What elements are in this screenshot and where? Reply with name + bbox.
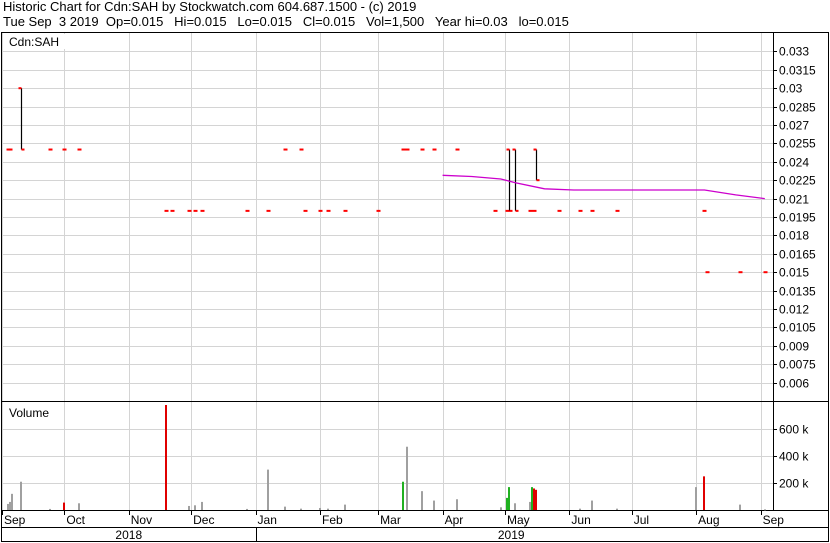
- price-tick-label: 0.0255: [779, 137, 816, 151]
- volume-bar: [500, 507, 502, 510]
- price-tick-label: 0.012: [779, 303, 809, 317]
- x-month-label: Jun: [571, 513, 590, 527]
- volume-bar: [78, 503, 80, 510]
- x-month-label: Nov: [131, 513, 152, 527]
- x-axis-labels: Sep Oct Nov Dec Jan Feb Mar Apr May Jun Jul Aug Sep 2…: [2, 510, 785, 542]
- price-tick-label: 0.0315: [779, 64, 816, 78]
- volume-bar: [319, 507, 321, 510]
- x-month-label: Jul: [634, 513, 649, 527]
- chart-canvas: 0.033 0.0315 0.03 0.0285 0.027 0.0255 0.024 0.0…: [1, 32, 829, 542]
- x-month-label: Jan: [258, 513, 277, 527]
- price-tick-label: 0.006: [779, 377, 809, 391]
- x-month-label: Feb: [322, 513, 343, 527]
- moving-average-layer: [442, 174, 765, 200]
- volume-bar: [508, 487, 510, 510]
- volume-bar: [531, 487, 533, 510]
- x-month-label: Sep: [4, 513, 26, 527]
- volume-bar: [49, 508, 51, 510]
- price-tick-label: 0.009: [779, 340, 809, 354]
- volume-bar: [406, 446, 408, 510]
- volume-panel-title: Volume: [9, 406, 49, 420]
- price-tick-label: 0.0195: [779, 211, 816, 225]
- volume-bar: [194, 505, 196, 510]
- x-year-label: 2019: [498, 528, 525, 542]
- volume-bar: [284, 506, 286, 510]
- volume-bar: [246, 508, 248, 510]
- price-tick-label: 0.033: [779, 45, 809, 59]
- volume-bar: [535, 489, 537, 510]
- volume-bar: [739, 504, 741, 510]
- volume-tick-labels: 600 k 400 k 200 k: [773, 423, 809, 491]
- volume-bar: [529, 501, 531, 510]
- price-tick-label: 0.024: [779, 156, 809, 170]
- moving-average-line: [442, 174, 765, 200]
- volume-grid: [2, 402, 773, 510]
- volume-bar: [764, 509, 766, 511]
- volume-bar: [514, 503, 516, 510]
- volume-bar: [421, 491, 423, 510]
- volume-bar: [579, 508, 581, 510]
- volume-bar: [20, 481, 22, 510]
- x-month-label: Apr: [445, 513, 464, 527]
- volume-bar: [11, 493, 13, 510]
- volume-bar: [533, 488, 535, 510]
- x-month-label: May: [507, 513, 530, 527]
- volume-bar: [165, 405, 167, 510]
- volume-tick-label: 400 k: [779, 450, 809, 464]
- price-tick-label: 0.0165: [779, 248, 816, 262]
- price-tick-label: 0.018: [779, 229, 809, 243]
- x-month-label: Oct: [66, 513, 85, 527]
- price-tick-label: 0.0285: [779, 101, 816, 115]
- volume-bar: [506, 497, 508, 510]
- volume-bar: [188, 505, 190, 510]
- x-month-label: Aug: [698, 513, 719, 527]
- volume-bar: [63, 502, 65, 510]
- volume-bar: [327, 508, 329, 510]
- x-year-label: 2018: [115, 528, 142, 542]
- price-grid: [2, 33, 773, 401]
- price-panel-title: Cdn:SAH: [9, 35, 59, 49]
- volume-marks: [7, 405, 766, 511]
- price-tick-label: 0.03: [779, 82, 803, 96]
- stock-chart-page: Historic Chart for Cdn:SAH by Stockwatch…: [0, 0, 830, 543]
- price-tick-labels: 0.033 0.0315 0.03 0.0285 0.027 0.0255 0.024 0.0…: [773, 45, 816, 391]
- price-tick-label: 0.015: [779, 266, 809, 280]
- volume-tick-label: 200 k: [779, 477, 809, 491]
- price-tick-label: 0.021: [779, 193, 809, 207]
- price-tick-label: 0.0105: [779, 321, 816, 335]
- volume-bar: [201, 501, 203, 510]
- price-tick-label: 0.0225: [779, 174, 816, 188]
- volume-bar: [591, 500, 593, 510]
- volume-bar: [402, 481, 404, 510]
- x-month-label: Sep: [763, 513, 785, 527]
- x-month-label: Mar: [380, 513, 401, 527]
- volume-bar: [267, 469, 269, 510]
- x-month-label: Dec: [193, 513, 214, 527]
- volume-bar: [456, 499, 458, 510]
- volume-bar: [616, 508, 618, 510]
- price-tick-label: 0.027: [779, 119, 809, 133]
- price-tick-label: 0.0075: [779, 358, 816, 372]
- volume-tick-label: 600 k: [779, 423, 809, 437]
- volume-bar: [433, 500, 435, 510]
- volume-bar: [344, 504, 346, 510]
- chart-frame: [1, 32, 829, 542]
- price-tick-label: 0.0135: [779, 285, 816, 299]
- volume-bar: [300, 508, 302, 510]
- volume-bar: [703, 476, 705, 510]
- volume-bar: [9, 501, 11, 510]
- volume-bar: [7, 503, 9, 510]
- volume-bar: [695, 487, 697, 510]
